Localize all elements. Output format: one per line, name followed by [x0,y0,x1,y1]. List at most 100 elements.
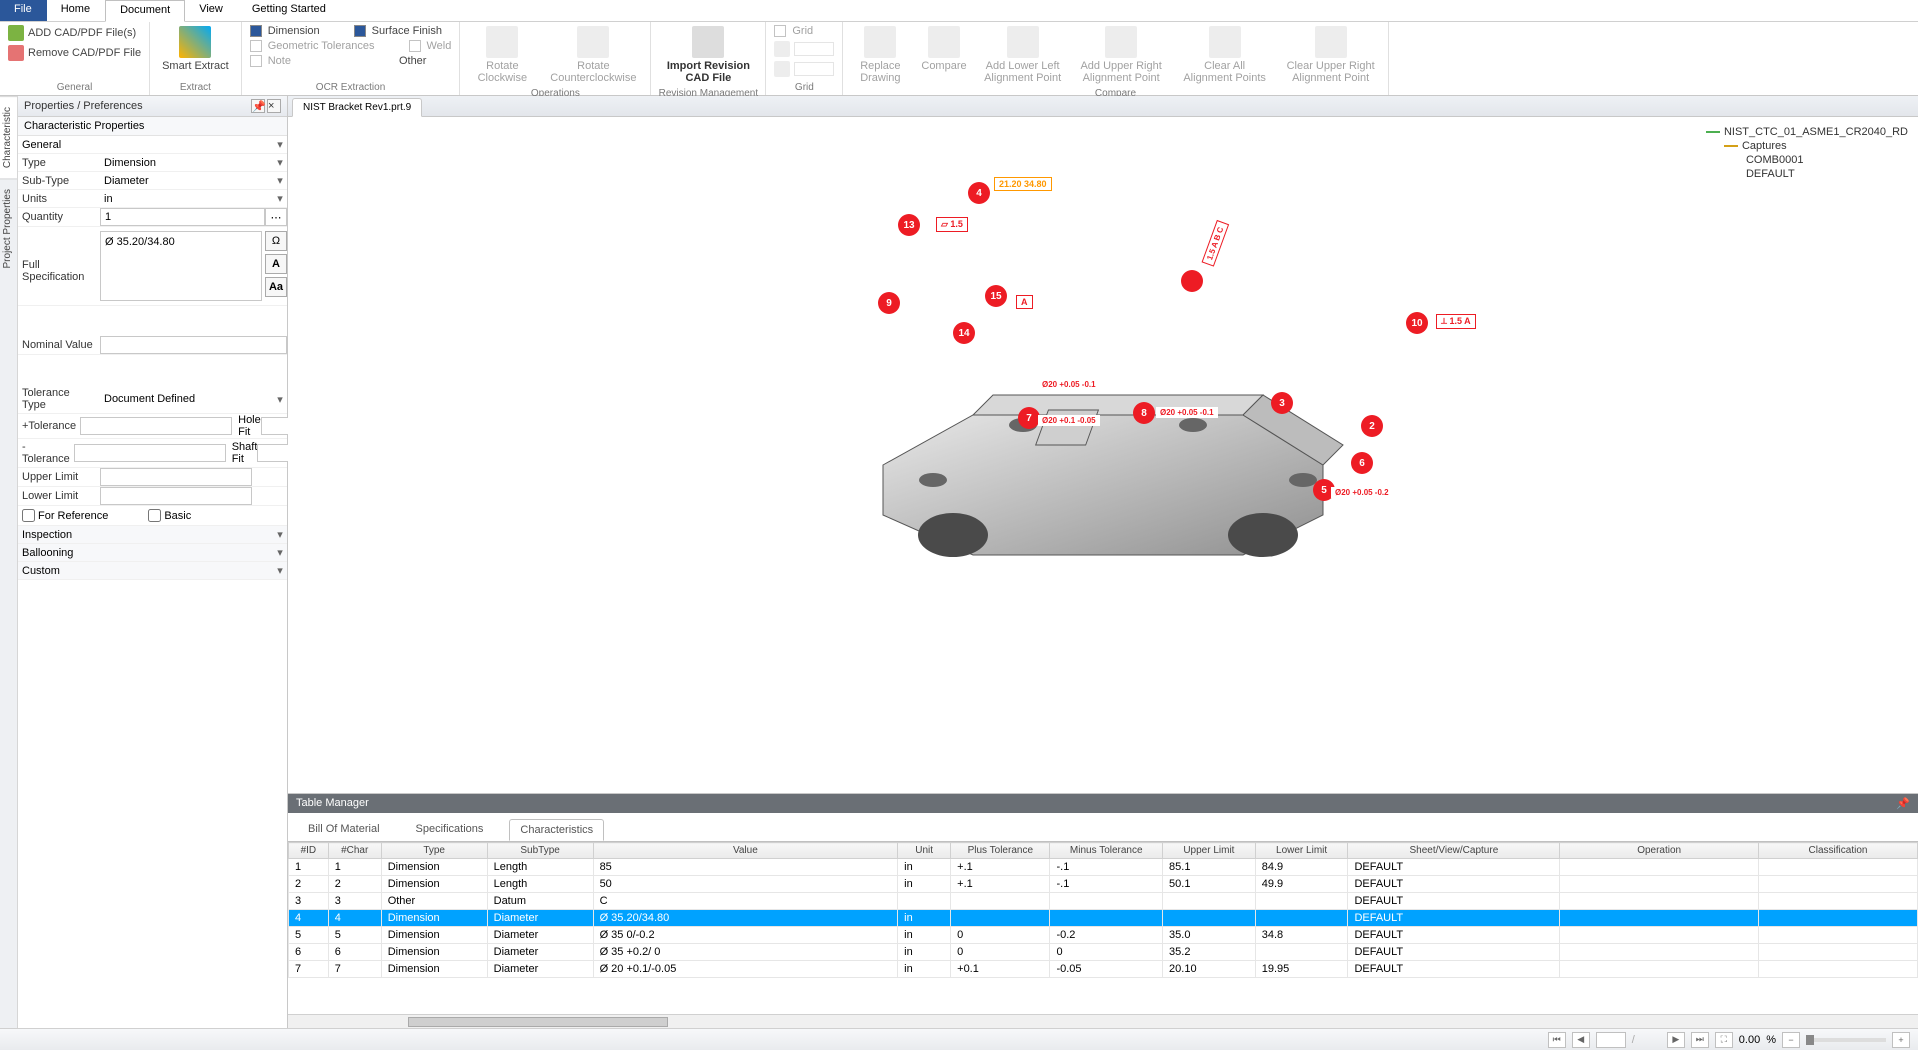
add-ll-button[interactable]: Add Lower Left Alignment Point [977,24,1069,86]
scroll-thumb[interactable] [408,1017,668,1027]
table-cell[interactable]: in [898,910,951,927]
table-cell[interactable] [1255,893,1348,910]
nav-next-button[interactable]: ▶ [1667,1032,1685,1048]
table-cell[interactable]: 35.2 [1163,944,1256,961]
table-cell[interactable] [1758,876,1917,893]
col-header[interactable]: Type [381,843,487,859]
side-tab-characteristic[interactable]: Characteristic [0,96,17,178]
table-cell[interactable]: +.1 [951,859,1050,876]
rotate-cw-button[interactable]: Rotate Clockwise [466,24,538,86]
ocr-other[interactable]: Other [397,54,429,68]
table-cell[interactable]: 50 [593,876,898,893]
ocr-weld[interactable]: Weld [407,39,454,53]
table-cell[interactable]: Datum [487,893,593,910]
table-cell[interactable] [1560,927,1759,944]
zoom-slider[interactable] [1806,1038,1886,1042]
replace-drawing-button[interactable]: Replace Drawing [849,24,911,86]
balloon-15[interactable]: 15 [985,285,1007,307]
table-cell[interactable]: 2 [328,876,381,893]
table-cell[interactable] [1758,910,1917,927]
balloon-9[interactable]: 9 [878,292,900,314]
balloon-8[interactable]: 8 [1133,402,1155,424]
units-value[interactable]: in [100,191,273,207]
table-cell[interactable]: 4 [289,910,329,927]
table-cell[interactable] [1163,910,1256,927]
table-cell[interactable]: Ø 20 +0.1/-0.05 [593,961,898,978]
col-header[interactable]: Classification [1758,843,1917,859]
table-cell[interactable] [898,893,951,910]
callout-15[interactable]: A [1016,295,1033,309]
rotate-ccw-button[interactable]: Rotate Counterclockwise [542,24,644,86]
table-cell[interactable]: 84.9 [1255,859,1348,876]
table-cell[interactable] [1560,893,1759,910]
table-cell[interactable]: +0.1 [951,961,1050,978]
table-cell[interactable] [1758,961,1917,978]
balloon-4[interactable]: 4 [968,182,990,204]
table-cell[interactable] [1255,944,1348,961]
balloon-14[interactable]: 14 [953,322,975,344]
lower-input[interactable] [100,487,252,505]
ocr-note[interactable]: Note [248,54,293,68]
table-cell[interactable]: 1 [328,859,381,876]
table-cell[interactable]: Length [487,859,593,876]
table-cell[interactable]: Other [381,893,487,910]
balloon-3[interactable]: 3 [1271,392,1293,414]
qty-input[interactable] [100,208,265,226]
table-cell[interactable] [1560,944,1759,961]
table-cell[interactable]: Ø 35 0/-0.2 [593,927,898,944]
table-cell[interactable]: DEFAULT [1348,910,1560,927]
grid-toggle[interactable]: Grid [772,24,815,38]
table-cell[interactable]: Diameter [487,927,593,944]
close-icon[interactable]: × [267,99,281,113]
col-header[interactable]: SubType [487,843,593,859]
table-row[interactable]: 55DimensionDiameterØ 35 0/-0.2in0-0.235.… [289,927,1918,944]
table-cell[interactable]: -.1 [1050,876,1163,893]
table-cell[interactable]: Dimension [381,876,487,893]
table-cell[interactable]: 0 [951,927,1050,944]
table-cell[interactable]: -0.2 [1050,927,1163,944]
table-cell[interactable]: 0 [951,944,1050,961]
table-cell[interactable]: in [898,876,951,893]
grid-opt1[interactable] [772,40,836,58]
tree-captures[interactable]: Captures [1706,139,1908,153]
menu-home[interactable]: Home [47,0,105,21]
table-cell[interactable]: 6 [289,944,329,961]
qty-button[interactable]: ⋯ [265,208,287,226]
clear-all-button[interactable]: Clear All Alignment Points [1174,24,1276,86]
table-cell[interactable] [1163,893,1256,910]
balloon-10[interactable]: 10 [1406,312,1428,334]
font-aa-button[interactable]: Aa [265,277,287,297]
custom-dropdown[interactable]: Custom▾ [18,562,287,580]
tm-tab-bom[interactable]: Bill Of Material [298,819,390,841]
table-row[interactable]: 11DimensionLength85in+.1-.185.184.9DEFAU… [289,859,1918,876]
ntol-input[interactable] [74,444,226,462]
zoom-out-button[interactable]: − [1782,1032,1800,1048]
chevron-down-icon[interactable]: ▾ [273,156,287,169]
basic-check[interactable]: Basic [148,509,191,522]
smart-extract-button[interactable]: Smart Extract [156,24,235,74]
table-cell[interactable]: DEFAULT [1348,927,1560,944]
table-cell[interactable]: -0.05 [1050,961,1163,978]
table-row[interactable]: 66DimensionDiameterØ 35 +0.2/ 0in0035.2D… [289,944,1918,961]
pin-icon[interactable]: 📌 [1896,797,1910,810]
grid-input[interactable] [794,62,834,76]
table-cell[interactable] [951,893,1050,910]
zoom-in-button[interactable]: + [1892,1032,1910,1048]
table-cell[interactable] [1758,927,1917,944]
toltype-value[interactable]: Document Defined [100,391,273,407]
balloon-7[interactable]: 7 [1018,407,1040,429]
col-header[interactable]: Value [593,843,898,859]
table-cell[interactable] [951,910,1050,927]
table-cell[interactable]: Dimension [381,961,487,978]
table-cell[interactable]: 2 [289,876,329,893]
table-cell[interactable]: Dimension [381,859,487,876]
table-cell[interactable]: Ø 35.20/34.80 [593,910,898,927]
col-header[interactable]: Minus Tolerance [1050,843,1163,859]
table-cell[interactable]: Diameter [487,944,593,961]
tm-tab-chars[interactable]: Characteristics [509,819,604,841]
table-row[interactable]: 22DimensionLength50in+.1-.150.149.9DEFAU… [289,876,1918,893]
table-cell[interactable] [1050,910,1163,927]
table-cell[interactable]: in [898,944,951,961]
table-cell[interactable] [1758,944,1917,961]
table-cell[interactable]: in [898,961,951,978]
